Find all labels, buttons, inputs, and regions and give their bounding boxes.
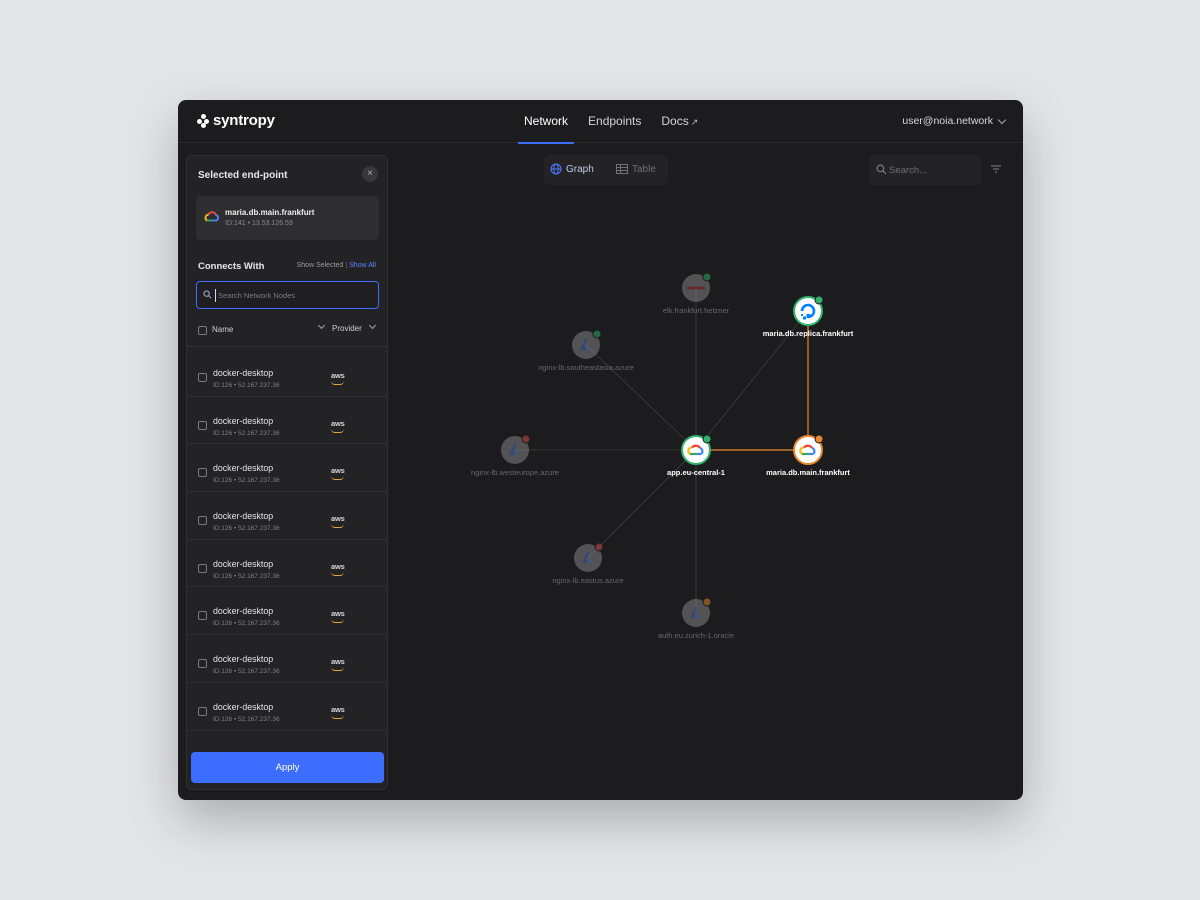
- graph-node-azure-se[interactable]: nginx-lb.southeastasia.azure: [538, 329, 634, 372]
- node-label: maria.db.main.frankfurt: [766, 468, 850, 477]
- app-window: syntropy Network Endpoints Docs ↗ user@no…: [178, 100, 1023, 800]
- status-ok-icon: [592, 329, 602, 339]
- status-ok-icon: [702, 272, 712, 282]
- node-label: auth.eu.zurich-1.oracle: [658, 631, 734, 640]
- node-label: maria.db.replica.frankfurt: [763, 329, 854, 338]
- graph-node-maria[interactable]: maria.db.main.frankfurt: [766, 434, 850, 477]
- node-label: nginx-lb.eastus.azure: [552, 576, 623, 585]
- graph-edge: [587, 449, 697, 559]
- node-label: nginx-lb.westeurope.azure: [471, 468, 559, 477]
- hetzner-icon: [687, 286, 705, 290]
- status-error-icon: [594, 542, 604, 552]
- status-warning-icon: [814, 434, 824, 444]
- status-warning-icon: [702, 597, 712, 607]
- node-label: elk.frankfurt.hetzner: [663, 306, 730, 315]
- graph-node-hetzner[interactable]: elk.frankfurt.hetzner: [663, 272, 730, 315]
- graph-node-do[interactable]: maria.db.replica.frankfurt: [763, 295, 854, 338]
- network-graph: elk.frankfurt.hetzner maria.db.replica.fr…: [471, 272, 854, 640]
- status-ok-icon: [702, 434, 712, 444]
- node-label: nginx-lb.southeastasia.azure: [538, 363, 633, 372]
- graph-node-oracle[interactable]: auth.eu.zurich-1.oracle: [658, 597, 734, 640]
- status-ok-icon: [814, 295, 824, 305]
- graph-node-app[interactable]: app.eu-central-1: [667, 434, 725, 477]
- status-error-icon: [521, 434, 531, 444]
- graph-node-azure-us[interactable]: nginx-lb.eastus.azure: [552, 542, 624, 585]
- node-label: app.eu-central-1: [667, 468, 725, 477]
- graph-node-azure-we[interactable]: nginx-lb.westeurope.azure: [471, 434, 559, 477]
- graph-edge: [585, 344, 697, 451]
